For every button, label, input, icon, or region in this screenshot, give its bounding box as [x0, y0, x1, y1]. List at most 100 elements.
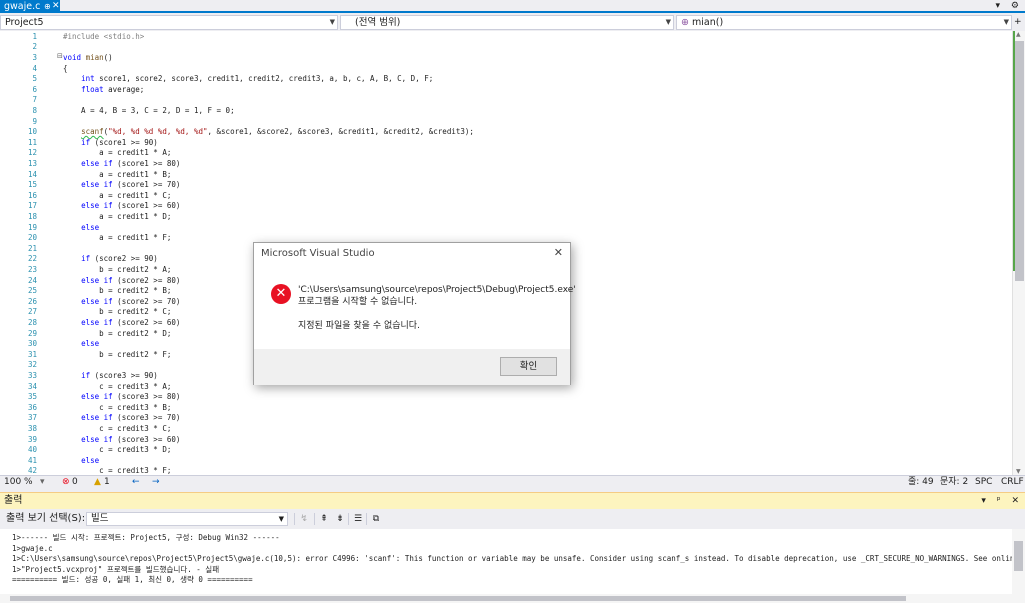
chevron-down-icon[interactable]: ▾ — [981, 496, 986, 506]
code-line[interactable]: c = credit3 * A; — [63, 382, 171, 393]
line-number: 23 — [27, 265, 37, 274]
clear-all-icon[interactable]: ☰ — [352, 513, 364, 525]
error-count[interactable]: 0 — [72, 476, 78, 489]
code-line[interactable]: b = credit2 * C; — [63, 307, 171, 318]
next-message-icon[interactable]: ⇟ — [334, 513, 346, 525]
chevron-down-icon[interactable]: ▾ — [40, 476, 45, 489]
code-line[interactable]: else if (score3 >= 80) — [63, 392, 180, 403]
code-line[interactable]: a = credit1 * D; — [63, 212, 171, 223]
code-line[interactable]: c = credit3 * C; — [63, 424, 171, 435]
line-number: 11 — [27, 137, 37, 147]
output-source-select[interactable]: 빌드 ▼ — [86, 512, 288, 526]
code-line[interactable]: float average; — [63, 85, 144, 96]
line-number: 13 — [27, 159, 37, 168]
line-number: 12 — [27, 148, 37, 158]
code-line[interactable]: a = credit1 * F; — [63, 233, 171, 244]
show-output-from-label: 출력 보기 선택(S): — [6, 513, 86, 524]
line-number: 14 — [27, 169, 37, 179]
warning-icon: ▲ — [94, 477, 101, 487]
code-line[interactable]: if (score3 >= 90) — [63, 371, 158, 382]
code-line[interactable]: c = credit3 * D; — [63, 445, 171, 456]
close-icon[interactable]: ✕ — [554, 246, 563, 259]
output-text-area[interactable]: 1>------ 빌드 시작: 프로젝트: Project5, 구성: Debu… — [0, 529, 1012, 594]
error-dialog: Microsoft Visual Studio ✕ ✕ 'C:\Users\sa… — [253, 242, 576, 385]
line-number: 17 — [27, 201, 37, 211]
toolbar-separator — [314, 513, 315, 525]
scope-combo[interactable]: (전역 범위) ▼ — [340, 15, 674, 30]
panel-controls: ▾ ᵖ ✕ — [973, 493, 1019, 509]
close-icon[interactable]: ✕ — [1011, 496, 1019, 506]
zoom-level[interactable]: 100 % — [4, 476, 33, 489]
output-horizontal-scrollbar[interactable] — [0, 594, 1025, 603]
dialog-message-path: 'C:\Users\samsung\source\repos\Project5\… — [298, 285, 576, 307]
code-line[interactable]: else if (score2 >= 80) — [63, 276, 180, 287]
line-number: 25 — [27, 286, 37, 296]
goto-message-icon[interactable]: ↯ — [298, 513, 310, 525]
code-line[interactable]: { — [63, 64, 68, 75]
arrow-left-icon[interactable]: ← — [132, 476, 140, 489]
line-number: 33 — [27, 371, 37, 380]
chevron-down-icon: ▼ — [278, 515, 284, 523]
code-line[interactable]: else if (score1 >= 60) — [63, 201, 180, 212]
code-line[interactable]: scanf("%d, %d %d %d, %d, %d", &score1, &… — [63, 127, 474, 138]
collapse-icon[interactable]: ⊟ — [57, 52, 63, 60]
line-number: 21 — [27, 243, 37, 253]
line-number: 24 — [27, 275, 37, 285]
ok-button[interactable]: 확인 — [500, 357, 557, 376]
code-line[interactable]: b = credit2 * A; — [63, 265, 171, 276]
line-number: 35 — [27, 392, 37, 402]
line-indicator: 줄: 49 — [908, 477, 934, 487]
code-line[interactable]: b = credit2 * D; — [63, 329, 171, 340]
tab-list-dropdown-icon[interactable]: ▾ — [996, 1, 1001, 11]
code-line[interactable]: else — [63, 223, 99, 234]
code-line[interactable]: else if (score1 >= 80) — [63, 159, 180, 170]
code-line[interactable]: b = credit2 * B; — [63, 286, 171, 297]
code-line[interactable]: void mian() — [63, 53, 113, 64]
scroll-down-icon[interactable]: ▼ — [1016, 468, 1021, 475]
code-line[interactable]: a = credit1 * A; — [63, 148, 171, 159]
scroll-up-icon[interactable]: ▲ — [1016, 31, 1021, 38]
code-line[interactable]: b = credit2 * F; — [63, 350, 171, 361]
code-line[interactable]: if (score1 >= 90) — [63, 138, 158, 149]
output-line: 1>------ 빌드 시작: 프로젝트: Project5, 구성: Debu… — [12, 533, 280, 542]
previous-message-icon[interactable]: ⇞ — [318, 513, 330, 525]
code-line[interactable]: A = 4, B = 3, C = 2, D = 1, F = 0; — [63, 106, 235, 117]
code-line[interactable]: c = credit3 * B; — [63, 403, 171, 414]
code-line[interactable]: else if (score2 >= 70) — [63, 297, 180, 308]
split-editor-icon[interactable]: + — [1014, 17, 1022, 27]
code-line[interactable]: c = credit3 * F; — [63, 466, 171, 475]
code-line[interactable]: #include <stdio.h> — [63, 32, 144, 43]
arrow-right-icon[interactable]: → — [152, 476, 160, 489]
project-combo[interactable]: Project5 ▼ — [0, 15, 338, 30]
pin-icon[interactable]: ᵖ — [997, 496, 1001, 506]
scroll-thumb[interactable] — [1015, 41, 1024, 281]
output-line: 1>"Project5.vcxproj" 프로젝트를 빌드했습니다. - 실패 — [12, 564, 220, 574]
line-number: 19 — [27, 222, 37, 232]
code-line[interactable]: else — [63, 339, 99, 350]
word-wrap-icon[interactable]: ⧉ — [370, 513, 382, 525]
scroll-thumb[interactable] — [10, 596, 906, 601]
code-line[interactable]: else — [63, 456, 99, 467]
code-line[interactable]: else if (score3 >= 60) — [63, 435, 180, 446]
code-line[interactable]: else if (score2 >= 60) — [63, 318, 180, 329]
code-line[interactable]: a = credit1 * B; — [63, 170, 171, 181]
function-combo[interactable]: ⊕ mian() ▼ — [676, 15, 1012, 30]
line-number: 30 — [27, 339, 37, 349]
pin-icon[interactable]: ⊕ — [44, 0, 51, 13]
code-line[interactable]: else if (score3 >= 70) — [63, 413, 180, 424]
scroll-thumb[interactable] — [1014, 541, 1023, 571]
code-line[interactable]: a = credit1 * C; — [63, 191, 171, 202]
output-vertical-scrollbar[interactable] — [1012, 529, 1025, 594]
editor-vertical-scrollbar[interactable]: ▲ ▼ — [1012, 31, 1025, 475]
warning-count[interactable]: 1 — [104, 476, 110, 489]
code-line[interactable]: else if (score1 >= 70) — [63, 180, 180, 191]
close-icon[interactable]: ✕ — [52, 0, 60, 13]
line-number: 39 — [27, 434, 37, 444]
line-number: 2 — [32, 42, 37, 52]
code-line[interactable]: if (score2 >= 90) — [63, 254, 158, 265]
gear-icon[interactable]: ⚙ — [1011, 1, 1019, 11]
chevron-down-icon: ▼ — [329, 18, 335, 26]
code-line[interactable]: int score1, score2, score3, credit1, cre… — [63, 74, 433, 85]
tab-gwaje-c[interactable]: gwaje.c ⊕ ✕ — [0, 0, 60, 13]
line-number: 20 — [27, 233, 37, 243]
